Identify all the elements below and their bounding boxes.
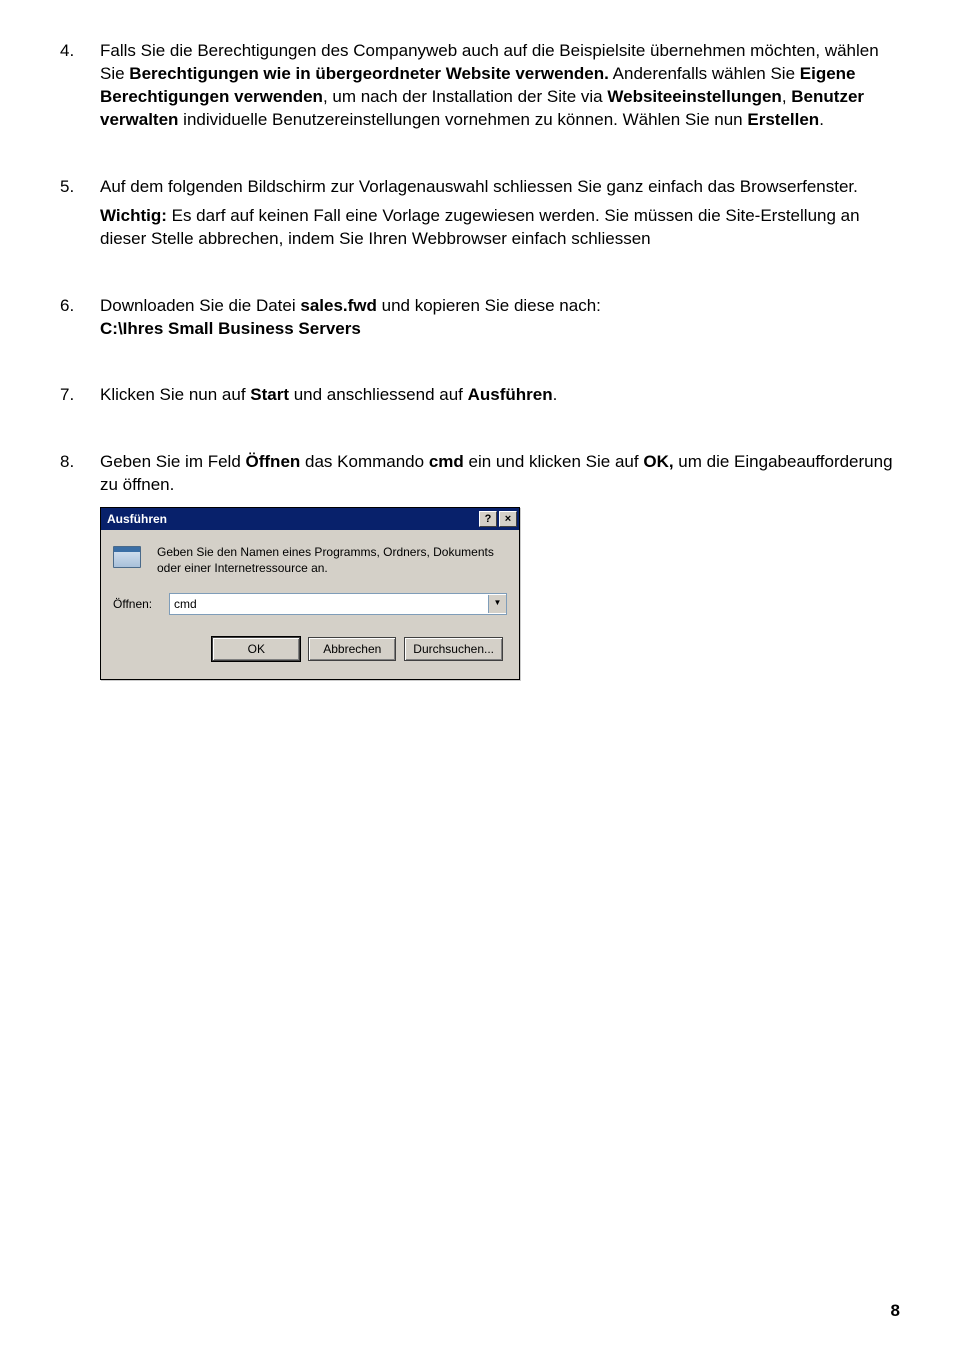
- open-value: cmd: [170, 596, 488, 612]
- text: .: [819, 110, 824, 129]
- text: und anschliessend auf: [289, 385, 468, 404]
- text: Es darf auf keinen Fall eine Vorlage zug…: [100, 206, 860, 248]
- step-7-text: Klicken Sie nun auf Start und anschliess…: [100, 384, 900, 407]
- browse-button[interactable]: Durchsuchen...: [404, 637, 503, 661]
- run-dialog: Ausführen ? × Geben Sie den Namen eines …: [100, 507, 520, 679]
- text: ,: [782, 87, 791, 106]
- open-label: Öffnen:: [113, 596, 161, 612]
- bold-text: C:\Ihres Small Business Servers: [100, 319, 361, 338]
- bold-text: Berechtigungen wie in übergeordneter Web…: [129, 64, 609, 83]
- step-4: 4. Falls Sie die Berechtigungen des Comp…: [60, 40, 900, 136]
- run-icon: [113, 544, 145, 574]
- step-body: Auf dem folgenden Bildschirm zur Vorlage…: [100, 176, 900, 255]
- step-5: 5. Auf dem folgenden Bildschirm zur Vorl…: [60, 176, 900, 255]
- step-6: 6. Downloaden Sie die Datei sales.fwd un…: [60, 295, 900, 345]
- bold-text: Wichtig:: [100, 206, 167, 225]
- bold-text: Ausführen: [468, 385, 553, 404]
- help-button[interactable]: ?: [479, 511, 497, 527]
- dialog-titlebar[interactable]: Ausführen ? ×: [101, 508, 519, 530]
- open-combobox[interactable]: cmd ▼: [169, 593, 507, 615]
- text: ein und klicken Sie auf: [464, 452, 644, 471]
- cancel-button[interactable]: Abbrechen: [308, 637, 396, 661]
- bold-text: Start: [250, 385, 289, 404]
- step-7: 7. Klicken Sie nun auf Start und anschli…: [60, 384, 900, 411]
- bold-text: Websiteeinstellungen: [607, 87, 781, 106]
- step-number: 6.: [60, 295, 100, 345]
- text: Klicken Sie nun auf: [100, 385, 250, 404]
- page-number: 8: [891, 1300, 900, 1323]
- step-6-text: Downloaden Sie die Datei sales.fwd und k…: [100, 295, 900, 341]
- step-8: 8. Geben Sie im Feld Öffnen das Kommando…: [60, 451, 900, 679]
- dialog-title: Ausführen: [107, 511, 477, 527]
- text: und kopieren Sie diese nach:: [377, 296, 601, 315]
- step-number: 7.: [60, 384, 100, 411]
- close-button[interactable]: ×: [499, 511, 517, 527]
- step-4-text: Falls Sie die Berechtigungen des Company…: [100, 40, 900, 132]
- text: individuelle Benutzereinstellungen vorne…: [178, 110, 747, 129]
- dialog-description: Geben Sie den Namen eines Programms, Ord…: [157, 544, 507, 576]
- bold-text: OK,: [643, 452, 673, 471]
- step-body: Falls Sie die Berechtigungen des Company…: [100, 40, 900, 136]
- step-body: Klicken Sie nun auf Start und anschliess…: [100, 384, 900, 411]
- text: das Kommando: [300, 452, 429, 471]
- open-input-row: Öffnen: cmd ▼: [113, 593, 507, 615]
- step-number: 5.: [60, 176, 100, 255]
- ok-button[interactable]: OK: [212, 637, 300, 661]
- dialog-button-row: OK Abbrechen Durchsuchen...: [113, 637, 507, 665]
- step-5-text-1: Auf dem folgenden Bildschirm zur Vorlage…: [100, 176, 900, 199]
- text: , um nach der Installation der Site via: [323, 87, 607, 106]
- text: Geben Sie im Feld: [100, 452, 246, 471]
- bold-text: Erstellen: [747, 110, 819, 129]
- step-5-text-2: Wichtig: Es darf auf keinen Fall eine Vo…: [100, 205, 900, 251]
- bold-text: Öffnen: [246, 452, 301, 471]
- dialog-description-row: Geben Sie den Namen eines Programms, Ord…: [113, 544, 507, 576]
- chevron-down-icon[interactable]: ▼: [488, 595, 506, 613]
- dialog-body: Geben Sie den Namen eines Programms, Ord…: [101, 530, 519, 678]
- step-body: Downloaden Sie die Datei sales.fwd und k…: [100, 295, 900, 345]
- step-number: 8.: [60, 451, 100, 679]
- bold-text: sales.fwd: [300, 296, 377, 315]
- text: Anderenfalls wählen Sie: [609, 64, 800, 83]
- step-8-text: Geben Sie im Feld Öffnen das Kommando cm…: [100, 451, 900, 497]
- text: Downloaden Sie die Datei: [100, 296, 300, 315]
- step-number: 4.: [60, 40, 100, 136]
- bold-text: cmd: [429, 452, 464, 471]
- step-body: Geben Sie im Feld Öffnen das Kommando cm…: [100, 451, 900, 679]
- text: .: [553, 385, 558, 404]
